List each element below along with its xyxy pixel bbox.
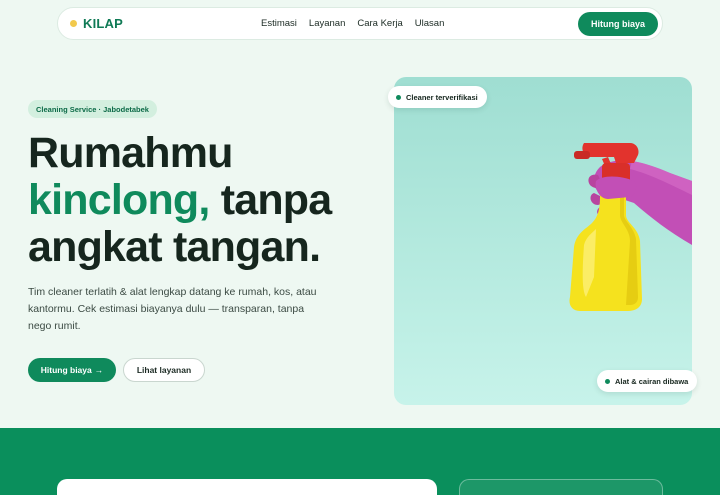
headline-line-2: kinclong, tanpa: [28, 177, 368, 224]
brand-logo[interactable]: KILAP: [70, 8, 123, 39]
cleaner-verified-label: Cleaner terverifikasi: [406, 92, 478, 102]
nav-link-estimasi[interactable]: Estimasi: [261, 18, 297, 29]
nav-link-cara-kerja[interactable]: Cara Kerja: [357, 18, 402, 29]
headline-line-2-rest: tanpa: [209, 176, 332, 224]
status-dot-icon: [396, 94, 401, 100]
estimate-form-card: [57, 479, 437, 495]
hitung-biaya-label: Hitung biaya: [40, 365, 92, 375]
hitung-biaya-button[interactable]: Hitung biaya →: [28, 358, 116, 382]
cleaner-verified-chip: Cleaner terverifikasi: [388, 86, 487, 108]
nav-link-layanan[interactable]: Layanan: [309, 18, 345, 29]
tools-included-label: Alat & cairan dibawa: [615, 376, 689, 386]
headline-line-1: Rumahmu: [28, 129, 233, 177]
estimate-summary-card: [459, 479, 663, 495]
nav-links: Estimasi Layanan Cara Kerja Ulasan: [261, 8, 444, 39]
hero-description: Tim cleaner terlatih & alat lengkap data…: [28, 286, 317, 332]
hero-headline: Rumahmu kinclong, tanpa angkat tangan.: [28, 130, 368, 271]
hero-image: [394, 77, 692, 405]
service-badge: Cleaning Service · Jabodetabek: [28, 100, 157, 118]
status-dot-icon: [605, 378, 610, 384]
tools-included-chip: Alat & cairan dibawa: [597, 370, 698, 392]
nav-link-ulasan[interactable]: Ulasan: [415, 18, 445, 29]
top-navbar: KILAP Estimasi Layanan Cara Kerja Ulasan…: [57, 7, 663, 40]
spray-bottle-glove-illustration: [569, 143, 692, 311]
brand-name: KILAP: [83, 16, 123, 31]
arrow-right-icon: →: [94, 365, 104, 375]
headline-line-3: angkat tangan.: [28, 223, 321, 271]
nav-hitung-biaya-button[interactable]: Hitung biaya: [578, 12, 658, 36]
headline-accent: kinclong,: [28, 176, 210, 224]
brand-dot-icon: [70, 20, 77, 27]
lihat-layanan-button[interactable]: Lihat layanan: [123, 358, 205, 382]
